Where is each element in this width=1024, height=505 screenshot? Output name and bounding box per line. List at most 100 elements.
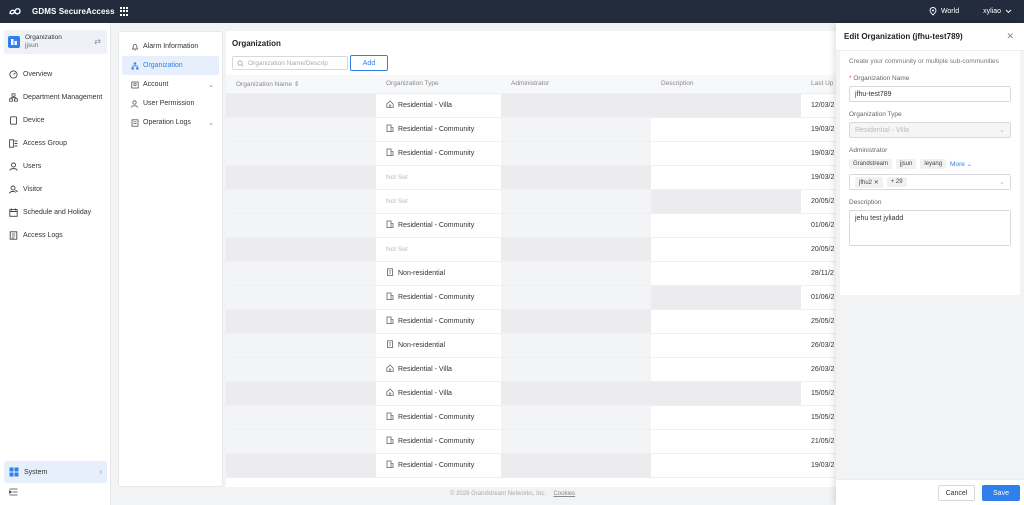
calendar-icon bbox=[9, 208, 18, 217]
cell-organization-name-redacted bbox=[226, 141, 376, 166]
column-header-name[interactable]: Organization Name ⇕ bbox=[226, 75, 376, 94]
table-row[interactable]: Residential - Villa 26/03/2 bbox=[226, 357, 836, 382]
organization-name-input[interactable]: jfhu-test789 bbox=[849, 86, 1011, 102]
table-row[interactable]: Residential - Villa 12/03/2 bbox=[226, 93, 836, 118]
nav-item-access-group[interactable]: Access Group bbox=[0, 132, 111, 155]
type-label: Not Set bbox=[386, 245, 408, 253]
table-row[interactable]: Residential - Villa 15/05/2 bbox=[226, 381, 836, 406]
search-input[interactable]: Organization Name/Descrip bbox=[232, 56, 348, 70]
table-row[interactable]: Residential - Community 25/05/2 bbox=[226, 309, 836, 334]
table-row[interactable]: Non-residential 28/11/2 bbox=[226, 261, 836, 286]
description-label: Description bbox=[849, 199, 882, 206]
subnav-user-permission[interactable]: User Permission bbox=[122, 94, 219, 113]
save-button[interactable]: Save bbox=[982, 485, 1020, 501]
sort-icon[interactable]: ⇕ bbox=[294, 81, 299, 88]
cell-administrator-redacted bbox=[501, 429, 651, 454]
table-row[interactable]: Residential - Community 21/05/2 bbox=[226, 429, 836, 454]
nav-item-access-logs[interactable]: Access Logs bbox=[0, 224, 111, 247]
cell-description-redacted bbox=[651, 93, 801, 118]
table-row[interactable]: Residential - Community 01/06/2 bbox=[226, 285, 836, 310]
subnav-account[interactable]: Account ⌄ bbox=[122, 75, 219, 94]
cell-last-updated: 25/05/2 bbox=[801, 309, 836, 334]
subnav-alarm-information[interactable]: Alarm Information bbox=[122, 37, 219, 56]
type-label: Residential - Villa bbox=[398, 389, 452, 397]
table-row[interactable]: Not Set 20/05/2 bbox=[226, 189, 836, 214]
collapse-sidebar-icon[interactable] bbox=[9, 488, 18, 498]
cell-administrator-redacted bbox=[501, 189, 651, 214]
nav-label: Overview bbox=[23, 71, 53, 78]
region-selector[interactable]: World bbox=[929, 7, 959, 16]
nav-item-system[interactable]: System › bbox=[4, 461, 107, 483]
cell-last-updated: 01/06/2 bbox=[801, 285, 836, 310]
cell-administrator-redacted bbox=[501, 261, 651, 286]
cell-administrator-redacted bbox=[501, 117, 651, 142]
cancel-button[interactable]: Cancel bbox=[938, 485, 975, 501]
cell-organization-name-redacted bbox=[226, 189, 376, 214]
table-row[interactable]: Residential - Community 19/03/2 bbox=[226, 453, 836, 478]
cell-organization-type: Residential - Community bbox=[376, 309, 501, 334]
cell-organization-type: Residential - Community bbox=[376, 213, 501, 238]
drawer-title: Edit Organization (jfhu-test789) bbox=[844, 32, 963, 41]
cell-organization-type: Residential - Community bbox=[376, 429, 501, 454]
nav-item-department[interactable]: Department Management bbox=[0, 86, 111, 109]
switch-icon[interactable]: ⇄ bbox=[94, 37, 101, 46]
edit-organization-drawer: Edit Organization (jfhu-test789) ✕ Creat… bbox=[836, 23, 1024, 505]
nav-item-schedule[interactable]: Schedule and Holiday bbox=[0, 201, 111, 224]
table-row[interactable]: Not Set 20/05/2 bbox=[226, 237, 836, 262]
main-nav: Overview Department Management Device Ac… bbox=[0, 63, 111, 247]
table-row[interactable]: Residential - Community 19/03/2 bbox=[226, 141, 836, 166]
cell-description-redacted bbox=[651, 285, 801, 310]
table-row[interactable]: Non-residential 26/03/2 bbox=[226, 333, 836, 358]
search-icon bbox=[237, 59, 244, 67]
cell-description-redacted bbox=[651, 165, 801, 190]
access-group-icon bbox=[9, 139, 18, 148]
organization-switcher[interactable]: Organization jjsun ⇄ bbox=[4, 30, 107, 54]
cell-last-updated: 19/03/2 bbox=[801, 453, 836, 478]
apps-grid-icon[interactable] bbox=[119, 7, 129, 16]
location-pin-icon bbox=[929, 7, 937, 16]
admin-quick-tag[interactable]: Grandstream bbox=[849, 159, 893, 169]
organization-icon bbox=[8, 36, 20, 48]
cell-administrator-redacted bbox=[501, 237, 651, 262]
cell-description-redacted bbox=[651, 453, 801, 478]
cell-administrator-redacted bbox=[501, 141, 651, 166]
admin-quick-tag[interactable]: jjsun bbox=[896, 159, 917, 169]
table-row[interactable]: Residential - Community 01/06/2 bbox=[226, 213, 836, 238]
account-icon bbox=[131, 81, 139, 88]
overview-icon bbox=[9, 70, 18, 79]
nav-item-device[interactable]: Device bbox=[0, 109, 111, 132]
table-row[interactable]: Residential - Community 15/05/2 bbox=[226, 405, 836, 430]
remove-tag-icon[interactable]: ✕ bbox=[874, 180, 879, 186]
organization-type-select: Residential - Villa ⌄ bbox=[849, 122, 1011, 138]
villa-icon bbox=[386, 100, 394, 110]
nav-item-visitor[interactable]: Visitor bbox=[0, 178, 111, 201]
department-icon bbox=[9, 93, 18, 102]
cell-description-redacted bbox=[651, 117, 801, 142]
chevron-right-icon: › bbox=[99, 468, 102, 476]
user-menu[interactable]: xyliao bbox=[983, 8, 1012, 15]
description-textarea[interactable]: jehu test jyliadd bbox=[849, 210, 1011, 246]
nav-item-overview[interactable]: Overview bbox=[0, 63, 111, 86]
close-icon[interactable]: ✕ bbox=[1006, 31, 1014, 42]
subnav-organization[interactable]: Organization bbox=[122, 56, 219, 75]
add-button[interactable]: Add bbox=[350, 55, 388, 71]
table-row[interactable]: Residential - Community 19/03/2 bbox=[226, 117, 836, 142]
app-title: GDMS SecureAccess bbox=[32, 7, 115, 16]
type-label: Non-residential bbox=[398, 341, 446, 349]
user-permission-icon bbox=[131, 99, 138, 108]
cell-administrator-redacted bbox=[501, 453, 651, 478]
nav-label: Schedule and Holiday bbox=[23, 209, 92, 216]
admin-quick-tag[interactable]: leyang bbox=[920, 159, 947, 169]
administrator-select[interactable]: jfhu2 ✕ + 29 ⌄ bbox=[849, 174, 1011, 190]
cell-administrator-redacted bbox=[501, 213, 651, 238]
subnav-operation-logs[interactable]: Operation Logs ⌄ bbox=[122, 113, 219, 132]
cell-last-updated: 15/05/2 bbox=[801, 381, 836, 406]
community-icon bbox=[386, 124, 394, 134]
table-row[interactable]: Not Set 19/03/2 bbox=[226, 165, 836, 190]
nav-item-users[interactable]: Users bbox=[0, 155, 111, 178]
chevron-down-icon: ⌄ bbox=[999, 127, 1005, 134]
more-admins-link[interactable]: More ⌄ bbox=[950, 160, 972, 168]
cookies-link[interactable]: Cookies bbox=[553, 491, 575, 497]
nav-label: Department Management bbox=[23, 94, 103, 101]
cell-organization-name-redacted bbox=[226, 381, 376, 406]
